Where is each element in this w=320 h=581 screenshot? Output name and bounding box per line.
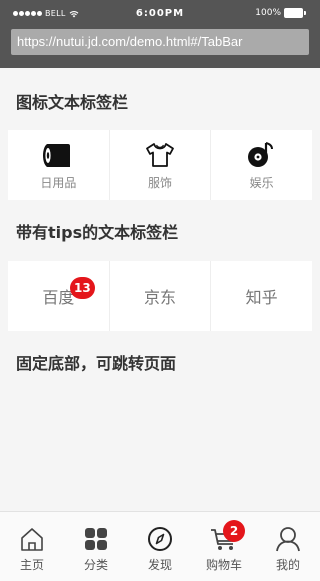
tab-daily-goods[interactable]: 日用品 (8, 130, 110, 200)
tab-baidu[interactable]: 百度 13 (8, 261, 110, 331)
tab-label: 知乎 (245, 288, 278, 307)
browser-chrome: BELL 6:00PM 100% https://nutui.jd.com/de… (0, 0, 320, 68)
icon-tabbar: 日用品 服饰 娱乐 (8, 130, 312, 200)
address-bar[interactable]: https://nutui.jd.com/demo.html#/TabBar (11, 29, 309, 55)
home-icon (18, 525, 46, 553)
status-bar: BELL 6:00PM 100% (0, 0, 320, 28)
tab-label: 京东 (144, 288, 177, 307)
tab-label: 服饰 (148, 175, 173, 190)
section-title-icon-tabbar: 图标文本标签栏 (16, 93, 129, 112)
bottom-tab-cart[interactable]: 2 购物车 (192, 512, 256, 581)
bottom-tab-home[interactable]: 主页 (0, 512, 64, 581)
tab-entertainment[interactable]: 娱乐 (211, 130, 312, 200)
tab-jd[interactable]: 京东 (110, 261, 212, 331)
music-disc-icon (245, 140, 279, 170)
battery-percent: 100% (255, 8, 281, 18)
bottom-tab-category[interactable]: 分类 (64, 512, 128, 581)
battery-icon (284, 8, 306, 18)
bottom-tab-label: 主页 (19, 558, 44, 572)
bottom-tab-label: 分类 (83, 558, 108, 572)
tips-tabbar: 百度 13 京东 知乎 (8, 261, 312, 331)
bottom-tab-label: 我的 (275, 558, 300, 572)
tab-clothing[interactable]: 服饰 (110, 130, 212, 200)
tip-badge: 13 (70, 277, 95, 299)
bottom-tab-label: 发现 (147, 558, 172, 572)
tshirt-icon (143, 140, 177, 170)
cart-badge: 2 (223, 520, 245, 542)
tab-label: 日用品 (40, 175, 77, 190)
bottom-tab-label: 购物车 (205, 558, 242, 572)
section-title-tips-tabbar: 带有tips的文本标签栏 (16, 223, 179, 242)
section-title-fixed-bottom: 固定底部，可跳转页面 (16, 354, 177, 373)
bottom-tab-discover[interactable]: 发现 (128, 512, 192, 581)
tab-label: 娱乐 (249, 175, 274, 190)
compass-icon (146, 525, 174, 553)
bottom-tab-mine[interactable]: 我的 (256, 512, 320, 581)
fixed-bottom-tabbar: 主页 分类 发现 2 购物车 我的 (0, 511, 320, 581)
toilet-paper-icon (41, 140, 75, 170)
user-icon (274, 525, 302, 553)
tab-zhihu[interactable]: 知乎 (211, 261, 312, 331)
status-right: 100% (255, 8, 306, 18)
category-grid-icon (82, 525, 110, 553)
